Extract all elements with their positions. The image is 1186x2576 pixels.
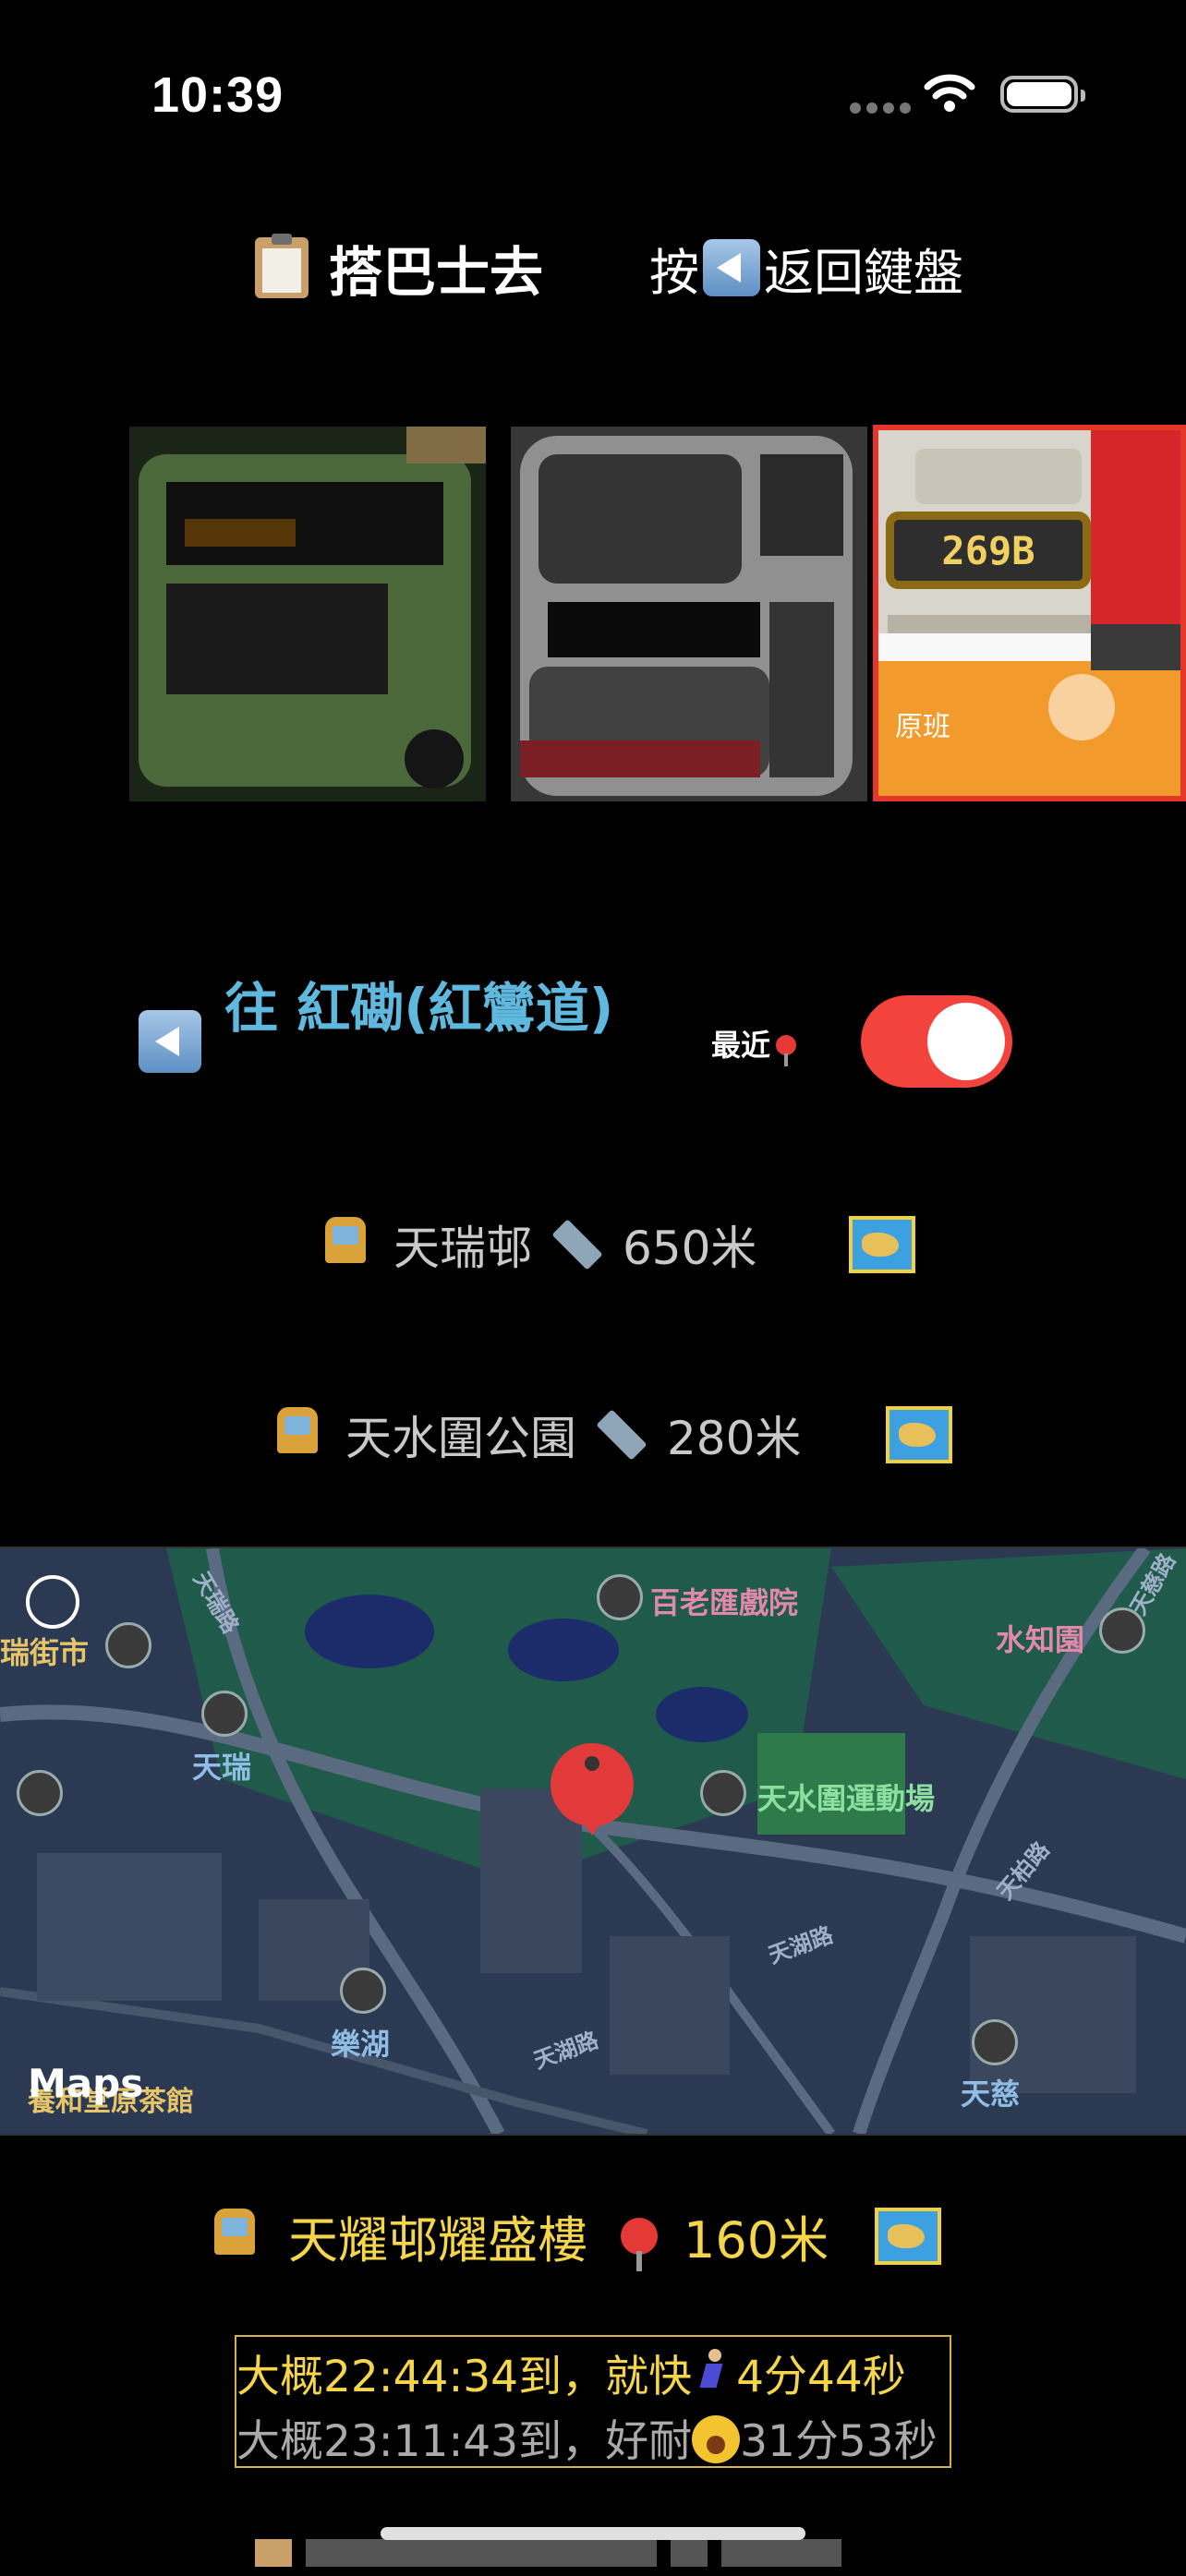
train-icon [201,1691,248,1737]
map-label-sports-ground: 天水圍運動場 [757,1781,936,1816]
map-icon[interactable] [886,1406,953,1463]
map-label-lok-wu: 樂湖 [331,2027,391,2062]
ruler-icon [551,1219,603,1270]
arrival-eta: 4分44秒 [736,2352,906,2402]
map-icon[interactable] [875,2207,942,2265]
stadium-icon [700,1770,746,1816]
route-number-badge: 269B [886,512,1091,589]
arrival-time-text: 大概22:44:34到，就快 [236,2352,693,2402]
map-view[interactable]: 百老匯戲院 水知園 瑞街市 天瑞 天水圍運動場 樂湖 天慈 養和堂原茶館 天瑞路… [0,1547,1186,2136]
back-arrow-button[interactable] [139,1010,201,1073]
nearest-label: 最近 [711,1022,797,1066]
stop-distance: 650米 [623,1222,757,1275]
back-to-keyboard-hint[interactable]: 按 返回鍵盤 [649,231,963,305]
bus-image-white[interactable] [511,427,867,801]
map-pin-tail [575,1810,610,1836]
nearest-toggle[interactable] [861,995,1012,1088]
stop-row[interactable]: 天瑞邨 650米 [321,1211,916,1278]
stop-name: 天水圍公園 [345,1412,576,1465]
app-header: 搭巴士去 [255,231,543,305]
arrival-times-box: 大概22:44:34到，就快 4分44秒 大概23:11:43到，好耐 31分53秒 [235,2335,951,2468]
maps-logo: Maps [28,2061,144,2106]
location-pin-icon [776,1035,797,1066]
home-indicator[interactable] [381,2527,805,2540]
nearest-text: 最近 [711,1028,771,1063]
train-icon [972,2019,1018,2065]
yawning-face-icon [692,2415,741,2463]
status-time: 10:39 [151,67,284,123]
back-hint-suffix: 返回鍵盤 [764,243,963,302]
back-hint-prefix: 按 [649,243,699,302]
arrival-row: 大概23:11:43到，好耐 31分53秒 [236,2405,938,2469]
map-label-tin-shui: 天瑞 [192,1750,252,1785]
map-label-tin-tsz: 天慈 [961,2076,1021,2112]
ruler-icon [596,1409,647,1461]
map-label-theatre: 百老匯戲院 [650,1585,799,1620]
bus-image-green[interactable] [129,427,486,801]
compass-icon[interactable] [26,1575,79,1629]
stop-name: 天瑞邨 [393,1222,532,1275]
bus-icon [273,1407,321,1463]
original-route-label: 原班 [895,711,950,743]
map-pin-dot [585,1756,599,1771]
selected-stop-distance: 160米 [684,2211,829,2269]
running-icon [692,2347,736,2397]
basket-icon [105,1622,151,1668]
stop-distance: 280米 [667,1412,802,1465]
arrival-time-text: 大概23:11:43到，好耐 [236,2416,693,2467]
map-icon[interactable] [849,1216,916,1273]
selected-stop-name: 天耀邨耀盛樓 [288,2211,587,2269]
bus-image-selected[interactable]: 269B 原班 [873,425,1186,801]
next-stop-row-partial [255,2539,994,2576]
back-arrow-icon [703,239,760,296]
arrival-eta: 31分53秒 [740,2416,938,2467]
destination-title[interactable]: 往 紅磡(紅鸞道) [224,965,613,1042]
location-pin-icon [621,2217,658,2271]
theatre-icon [597,1574,643,1620]
train-icon [340,1968,386,2014]
bus-icon [321,1217,369,1272]
stop-row[interactable]: 天水圍公園 280米 [273,1402,953,1468]
battery-icon [1000,76,1085,113]
wifi-icon [924,72,975,116]
map-label-market: 瑞街市 [0,1635,90,1670]
selected-stop-row[interactable]: 天耀邨耀盛樓 160米 [211,2199,942,2272]
clipboard-icon [255,234,309,298]
map-label-park: 水知園 [996,1622,1085,1657]
app-title: 搭巴士去 [329,241,544,304]
runner-icon [17,1770,63,1816]
bus-icon [211,2208,259,2264]
arrival-row: 大概22:44:34到，就快 4分44秒 [236,2341,906,2404]
cellular-signal-icon [850,100,916,117]
